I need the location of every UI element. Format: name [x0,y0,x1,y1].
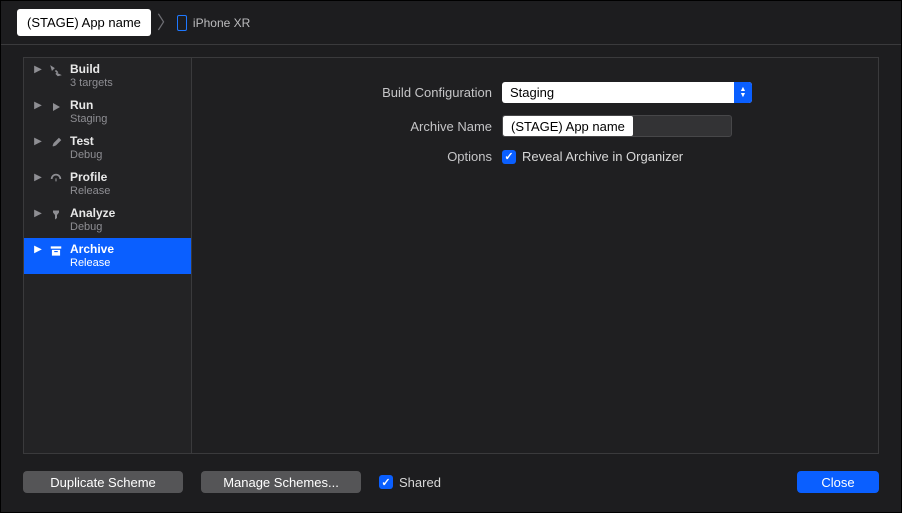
sidebar-item-title: Archive [70,242,114,256]
sidebar-item-sub: Debug [70,148,102,162]
archive-name-input[interactable]: (STAGE) App name [502,115,732,137]
disclosure-icon[interactable]: ▶ [34,170,42,186]
sidebar-item-title: Profile [70,170,110,184]
sidebar-item-build[interactable]: ▶ Build 3 targets [24,58,191,94]
build-icon [48,63,64,79]
sidebar: ▶ Build 3 targets ▶ Run Staging ▶ [24,58,192,453]
build-config-value: Staging [510,85,554,100]
options-label: Options [222,149,502,164]
options-row: Options ✓ Reveal Archive in Organizer [222,149,848,164]
archive-name-value: (STAGE) App name [503,116,633,136]
shared-checkbox[interactable]: ✓ [379,475,393,489]
device-icon [177,15,187,31]
close-button[interactable]: Close [797,471,879,493]
archive-name-row: Archive Name (STAGE) App name [222,115,848,137]
sidebar-item-sub: Staging [70,112,107,126]
analyze-icon [48,207,64,223]
reveal-label: Reveal Archive in Organizer [522,149,683,164]
breadcrumb-bar: (STAGE) App name 〉 iPhone XR [1,1,901,45]
sidebar-item-profile[interactable]: ▶ Profile Release [24,166,191,202]
main-panel: ▶ Build 3 targets ▶ Run Staging ▶ [23,57,879,454]
sidebar-item-sub: Debug [70,220,115,234]
sidebar-item-title: Test [70,134,102,148]
disclosure-icon[interactable]: ▶ [34,62,42,78]
select-arrows-icon: ▲▼ [734,82,752,103]
sidebar-item-sub: Release [70,256,114,270]
archive-name-label: Archive Name [222,119,502,134]
duplicate-scheme-button[interactable]: Duplicate Scheme [23,471,183,493]
sidebar-item-archive[interactable]: ▶ Archive Release [24,238,191,274]
archive-icon [48,243,64,259]
profile-icon [48,171,64,187]
content-pane: Build Configuration Staging ▲▼ Archive N… [192,58,878,453]
disclosure-icon[interactable]: ▶ [34,242,42,258]
sidebar-item-sub: 3 targets [70,76,113,90]
shared-toggle[interactable]: ✓ Shared [379,475,441,490]
sidebar-item-title: Build [70,62,113,76]
disclosure-icon[interactable]: ▶ [34,134,42,150]
sidebar-item-run[interactable]: ▶ Run Staging [24,94,191,130]
sidebar-item-title: Analyze [70,206,115,220]
test-icon [48,135,64,151]
sidebar-item-title: Run [70,98,107,112]
reveal-checkbox[interactable]: ✓ [502,150,516,164]
sidebar-item-analyze[interactable]: ▶ Analyze Debug [24,202,191,238]
disclosure-icon[interactable]: ▶ [34,206,42,222]
run-icon [48,99,64,115]
shared-label: Shared [399,475,441,490]
scheme-name-pill[interactable]: (STAGE) App name [17,9,151,36]
build-config-row: Build Configuration Staging ▲▼ [222,82,848,103]
build-config-select[interactable]: Staging ▲▼ [502,82,752,103]
device-name[interactable]: iPhone XR [193,16,250,30]
breadcrumb-chevron-icon: 〉 [157,14,175,32]
disclosure-icon[interactable]: ▶ [34,98,42,114]
sidebar-item-test[interactable]: ▶ Test Debug [24,130,191,166]
build-config-label: Build Configuration [222,85,502,100]
footer-bar: Duplicate Scheme Manage Schemes... ✓ Sha… [23,468,879,496]
sidebar-item-sub: Release [70,184,110,198]
manage-schemes-button[interactable]: Manage Schemes... [201,471,361,493]
